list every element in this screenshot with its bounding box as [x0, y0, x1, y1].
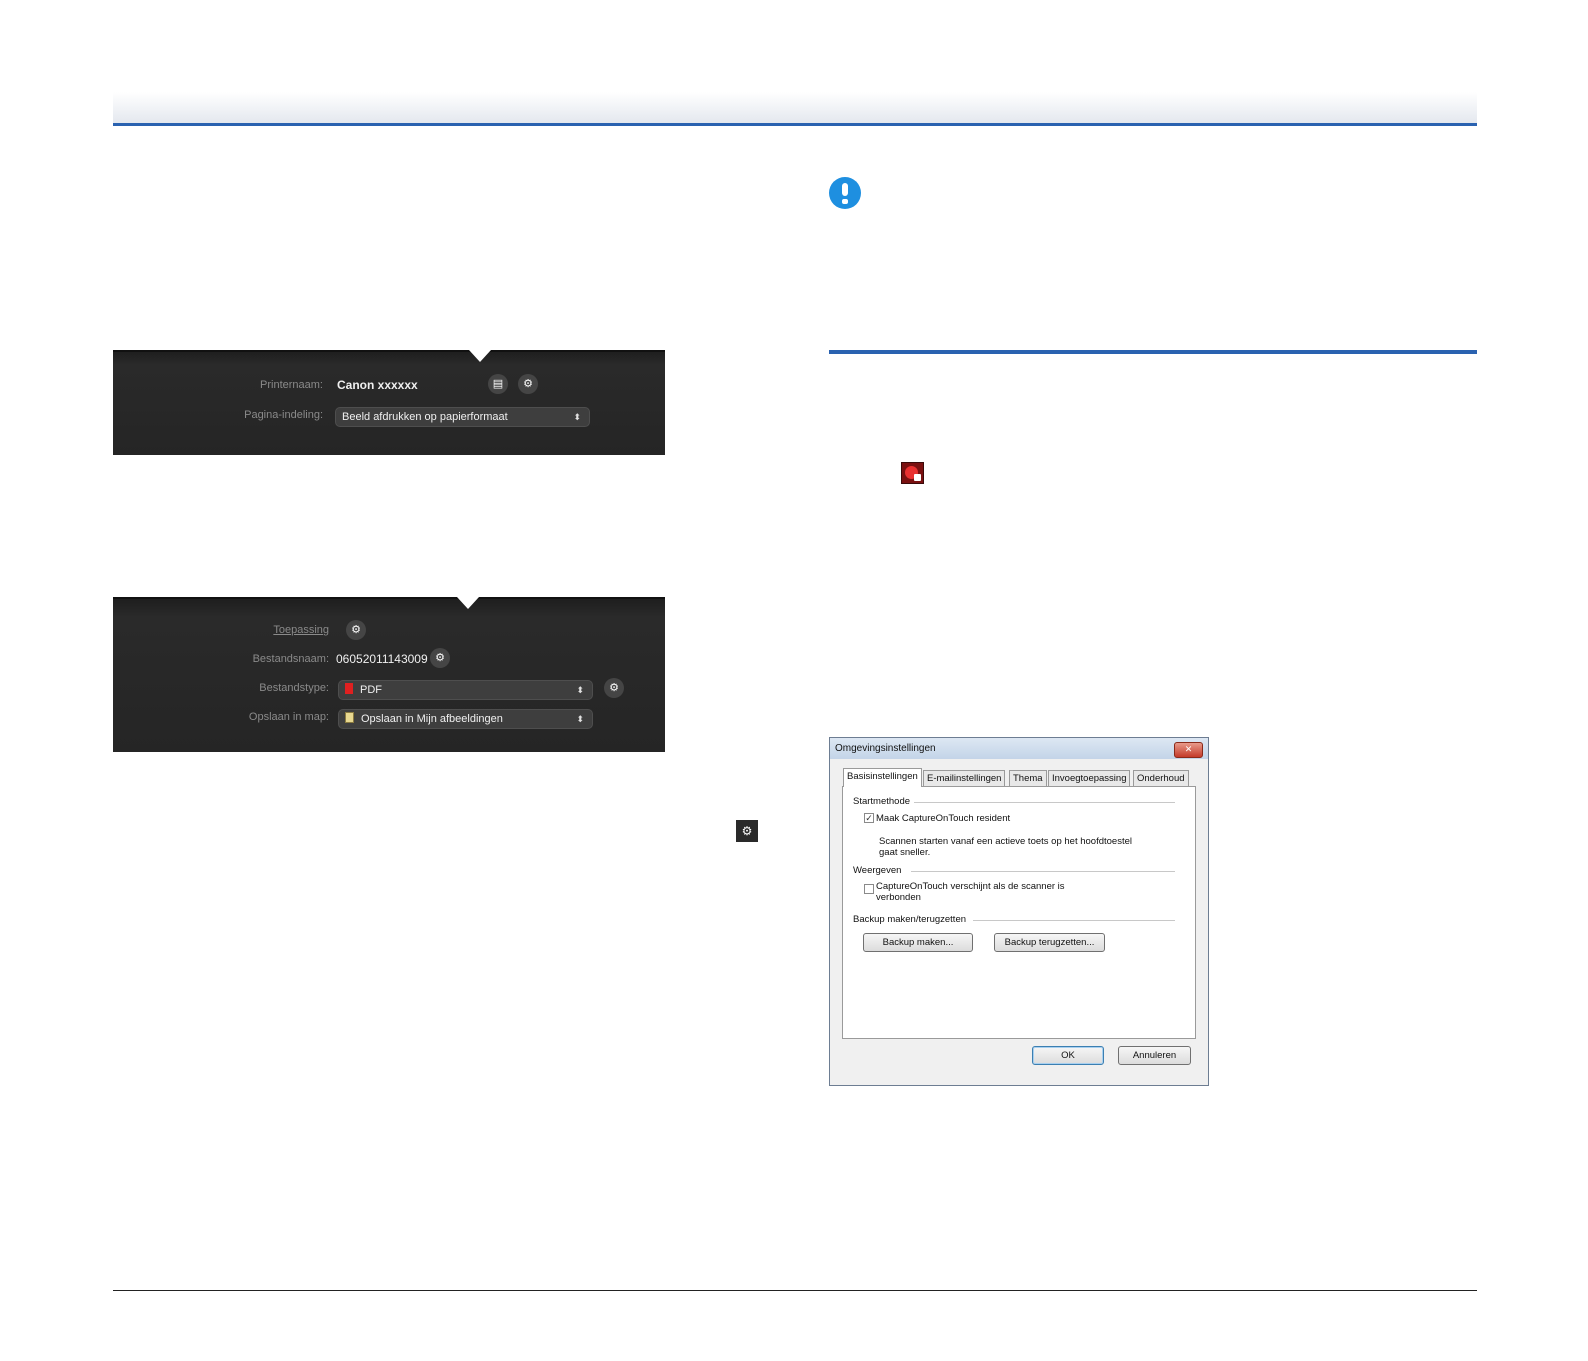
display-checkbox-label-line2: verbonden — [876, 892, 921, 903]
document-icon: ▤ — [492, 377, 504, 390]
filetype-select[interactable]: PDF ⬍ — [338, 680, 593, 700]
printer-settings-button[interactable]: ⚙ — [518, 374, 538, 394]
section-rule — [829, 350, 1477, 354]
display-checkbox-label-line1: CaptureOnTouch verschijnt als de scanner… — [876, 881, 1065, 892]
tab-email-settings[interactable]: E-mailinstellingen — [923, 770, 1006, 786]
folder-icon — [345, 712, 354, 723]
select-arrows-icon: ⬍ — [576, 685, 584, 695]
basic-settings-panel: Startmethode ✓ Maak CaptureOnTouch resid… — [842, 786, 1196, 1039]
panel-notch — [469, 350, 491, 362]
environment-settings-dialog: Omgevingsinstellingen ✕ Basisinstellinge… — [829, 737, 1209, 1086]
backup-group: Backup maken/terugzetten — [853, 914, 971, 925]
resident-checkbox[interactable]: ✓ — [864, 813, 874, 823]
select-arrows-icon: ⬍ — [573, 412, 581, 422]
check-icon: ✓ — [865, 813, 873, 823]
header-rule — [113, 123, 1477, 126]
close-icon: ✕ — [1184, 744, 1193, 754]
tab-theme[interactable]: Thema — [1009, 770, 1047, 786]
page-layout-value: Beeld afdrukken op papierformaat — [342, 411, 508, 423]
backup-button[interactable]: Backup maken... — [863, 933, 973, 952]
footer-rule — [113, 1290, 1477, 1291]
dialog-titlebar: Omgevingsinstellingen ✕ — [830, 738, 1208, 759]
group-divider — [913, 802, 1175, 803]
tab-plugins[interactable]: Invoegtoepassing — [1048, 770, 1131, 786]
select-arrows-icon: ⬍ — [576, 714, 584, 724]
save-folder-value: Opslaan in Mijn afbeeldingen — [361, 713, 503, 725]
application-label: Toepassing — [273, 624, 329, 636]
resident-checkbox-label: Maak CaptureOnTouch resident — [876, 813, 1011, 824]
dialog-title: Omgevingsinstellingen — [835, 743, 936, 754]
printer-details-button[interactable]: ▤ — [488, 374, 508, 394]
display-checkbox[interactable] — [864, 884, 874, 894]
group-divider — [911, 871, 1175, 872]
resident-note-line1: Scannen starten vanaf een actieve toets … — [879, 836, 1132, 847]
start-method-group: Startmethode — [853, 796, 915, 807]
pdf-file-icon — [345, 683, 353, 694]
filename-settings-button[interactable]: ⚙ — [430, 648, 450, 668]
ok-button[interactable]: OK — [1032, 1046, 1104, 1065]
filetype-label: Bestandstype: — [259, 682, 329, 694]
printer-name-label: Printernaam: — [260, 379, 323, 391]
captureontouch-tray-icon — [901, 462, 924, 484]
save-folder-label: Opslaan in map: — [248, 711, 329, 723]
gear-icon: ⚙ — [523, 377, 533, 390]
display-group: Weergeven — [853, 865, 906, 876]
filetype-settings-button[interactable]: ⚙ — [604, 678, 624, 698]
tab-basic-settings[interactable]: Basisinstellingen — [843, 768, 922, 787]
panel-notch — [457, 597, 479, 609]
resident-note-line2: gaat sneller. — [879, 847, 931, 858]
printer-name-value: Canon xxxxxx — [337, 378, 418, 392]
group-divider — [973, 920, 1175, 921]
save-folder-select[interactable]: Opslaan in Mijn afbeeldingen ⬍ — [338, 709, 593, 729]
page-layout-select[interactable]: Beeld afdrukken op papierformaat ⬍ — [335, 407, 590, 427]
gear-icon: ⚙ — [609, 681, 619, 694]
gear-icon: ⚙ — [736, 820, 758, 842]
close-button[interactable]: ✕ — [1174, 742, 1203, 758]
important-exclamation-icon — [829, 177, 861, 209]
save-settings-panel: Toepassing ⚙ Bestandsnaam: 0605201114300… — [113, 597, 665, 752]
printer-settings-panel: Printernaam: Canon xxxxxx ▤ ⚙ Pagina-ind… — [113, 350, 665, 455]
cancel-button[interactable]: Annuleren — [1118, 1046, 1191, 1065]
page-header-band — [113, 92, 1477, 124]
filetype-value: PDF — [360, 684, 382, 696]
restore-backup-button[interactable]: Backup terugzetten... — [994, 933, 1105, 952]
gear-icon: ⚙ — [435, 651, 445, 664]
application-settings-button[interactable]: ⚙ — [346, 620, 366, 640]
page-layout-label: Pagina-indeling: — [244, 409, 323, 421]
tab-maintenance[interactable]: Onderhoud — [1133, 770, 1189, 786]
filename-value: 06052011143009 — [336, 652, 428, 666]
gear-icon: ⚙ — [351, 623, 361, 636]
filename-label: Bestandsnaam: — [252, 653, 329, 665]
